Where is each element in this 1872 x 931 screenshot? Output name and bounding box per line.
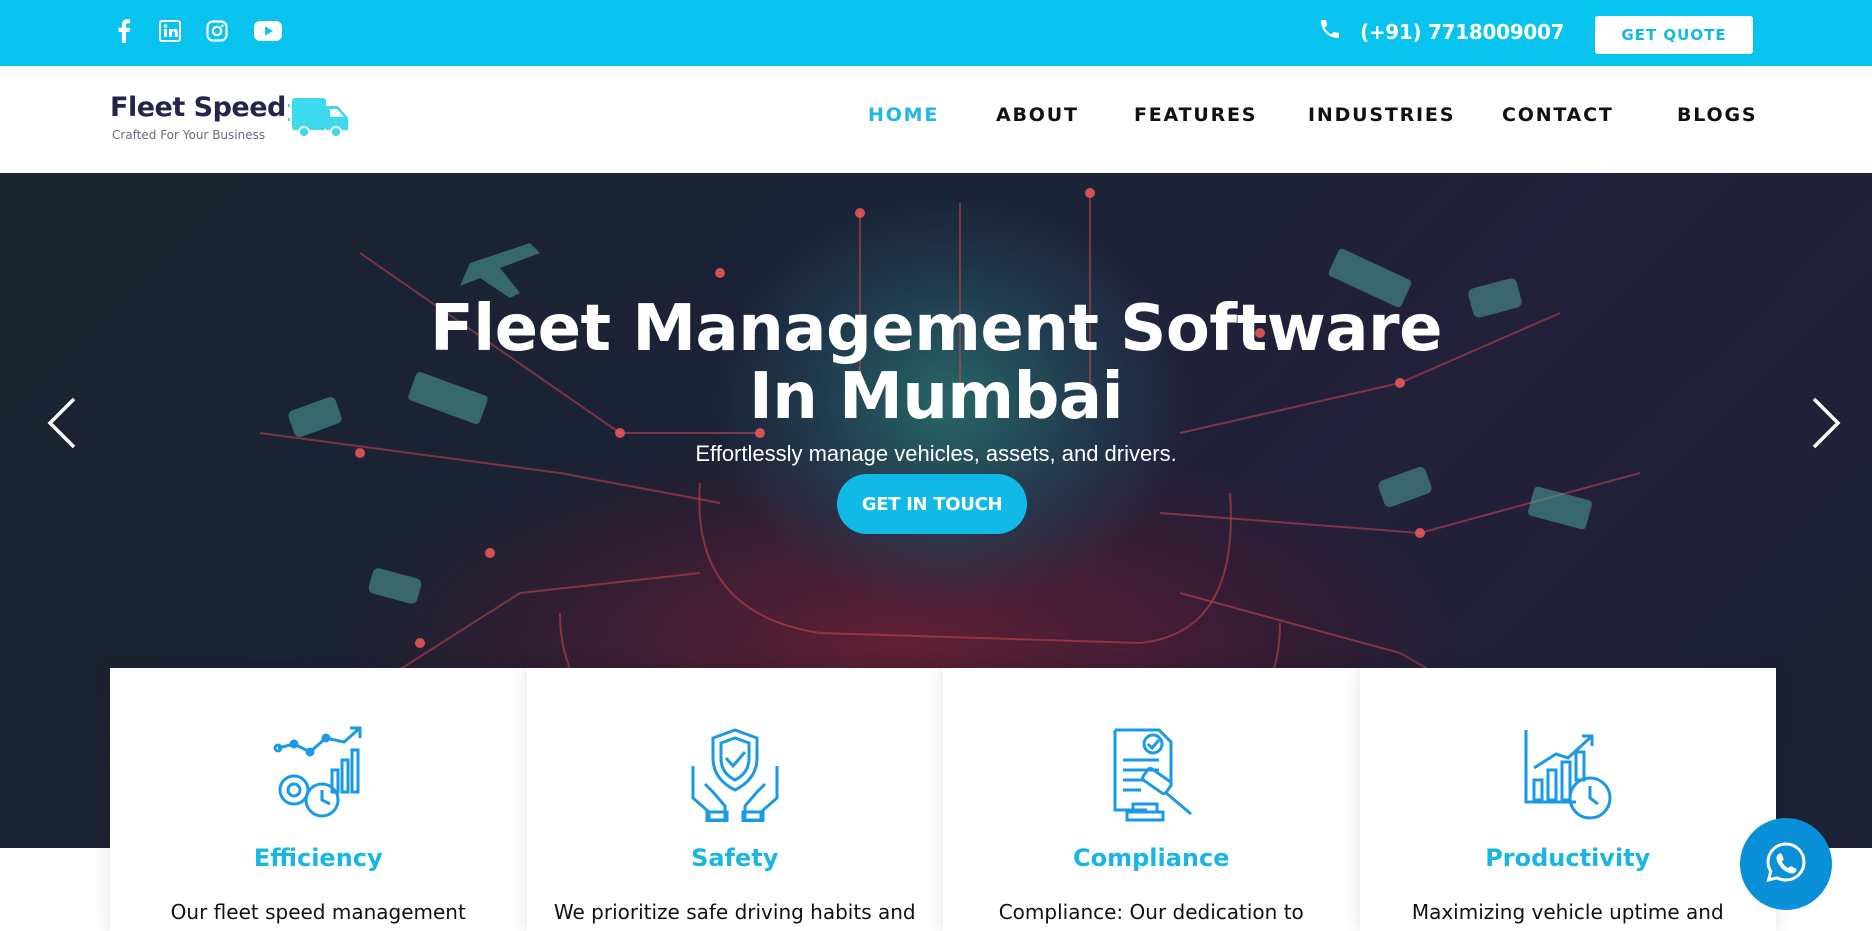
- whatsapp-icon: [1764, 840, 1808, 889]
- feature-card-efficiency: Efficiency Our fleet speed management: [110, 668, 527, 931]
- logo-tagline: Crafted For Your Business: [112, 128, 266, 142]
- compliance-icon: [1103, 726, 1199, 827]
- feature-text: Compliance: Our dedication to: [998, 900, 1304, 924]
- feature-cards: Efficiency Our fleet speed management Sa…: [110, 668, 1776, 931]
- nav-contact[interactable]: CONTACT: [1502, 104, 1614, 126]
- whatsapp-button[interactable]: [1740, 818, 1832, 910]
- instagram-icon[interactable]: [204, 18, 230, 44]
- feature-text: Maximizing vehicle uptime and: [1411, 900, 1724, 924]
- feature-title: Productivity: [1485, 844, 1651, 872]
- get-in-touch-button[interactable]: GET IN TOUCH: [837, 474, 1027, 534]
- truck-icon: [278, 96, 352, 149]
- main-header: Fleet Speed Crafted For Your Business HO…: [0, 66, 1872, 173]
- feature-card-safety: Safety We prioritize safe driving habits…: [526, 668, 943, 931]
- hero-title-line1: Fleet Management Software: [430, 292, 1443, 366]
- slider-prev-arrow[interactable]: [44, 393, 84, 453]
- hero-subtitle: Effortlessly manage vehicles, assets, an…: [695, 441, 1177, 466]
- hero-title-line2: In Mumbai: [748, 360, 1124, 434]
- feature-text: Our fleet speed management: [170, 900, 466, 924]
- nav-industries[interactable]: INDUSTRIES: [1308, 104, 1455, 126]
- efficiency-icon: [270, 726, 366, 827]
- phone-number[interactable]: (+91) 7718009007: [1360, 20, 1565, 44]
- feature-title: Efficiency: [253, 844, 383, 872]
- top-bar: (+91) 7718009007 GET QUOTE: [0, 0, 1872, 66]
- feature-card-productivity: Productivity Maximizing vehicle uptime a…: [1359, 668, 1776, 931]
- feature-text: We prioritize safe driving habits and: [553, 900, 916, 924]
- feature-title: Safety: [691, 844, 779, 872]
- safety-icon: [687, 726, 783, 827]
- logo[interactable]: Fleet Speed Crafted For Your Business: [110, 90, 360, 150]
- nav-home[interactable]: HOME: [868, 104, 939, 126]
- feature-card-compliance: Compliance Compliance: Our dedication to: [943, 668, 1360, 931]
- nav-blogs[interactable]: BLOGS: [1677, 104, 1757, 126]
- get-quote-button[interactable]: GET QUOTE: [1595, 16, 1753, 54]
- productivity-icon: [1520, 726, 1616, 827]
- feature-title: Compliance: [1072, 844, 1230, 872]
- phone-contact[interactable]: (+91) 7718009007: [1318, 17, 1565, 46]
- phone-icon: [1318, 17, 1342, 46]
- logo-title: Fleet Speed: [110, 92, 286, 123]
- slider-next-arrow[interactable]: [1804, 393, 1844, 453]
- nav-about[interactable]: ABOUT: [996, 104, 1079, 126]
- youtube-icon[interactable]: [254, 18, 282, 44]
- hero-title: Fleet Management Software In Mumbai: [0, 295, 1872, 431]
- nav-features[interactable]: FEATURES: [1134, 104, 1257, 126]
- linkedin-icon[interactable]: [157, 18, 183, 44]
- facebook-icon[interactable]: [111, 18, 137, 44]
